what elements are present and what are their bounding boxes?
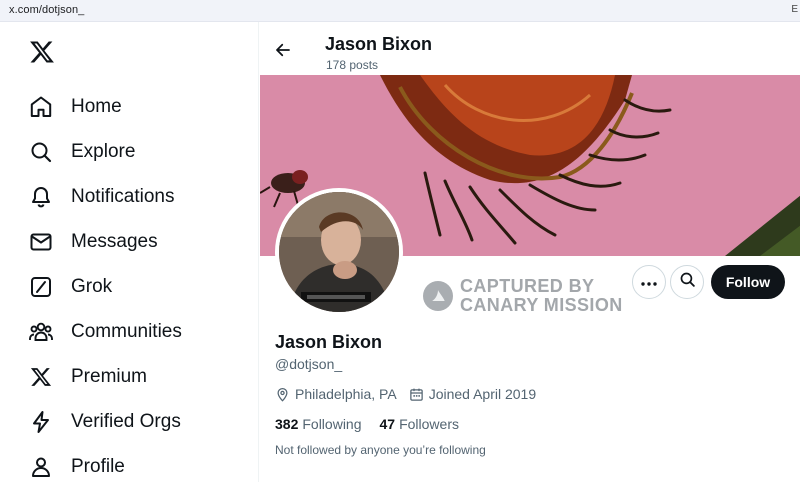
search-icon <box>679 271 696 293</box>
sidebar-item-label: Grok <box>71 276 113 297</box>
profile-handle: @dotjson_ <box>275 356 343 372</box>
more-dots-icon <box>641 273 657 291</box>
following-label: Following <box>302 416 362 432</box>
bird-logo-icon <box>423 281 453 311</box>
home-icon <box>28 94 54 120</box>
more-options-button[interactable] <box>632 265 666 299</box>
sidebar-item-label: Explore <box>71 141 136 162</box>
sidebar-item-premium[interactable]: Premium <box>28 360 228 394</box>
sidebar-item-label: Notifications <box>71 186 175 207</box>
communities-icon <box>28 319 54 345</box>
sidebar-item-explore[interactable]: Explore <box>28 135 228 169</box>
sidebar-item-label: Verified Orgs <box>71 411 181 432</box>
calendar-icon <box>409 387 424 402</box>
followers-label: Followers <box>399 416 459 432</box>
mail-icon <box>28 229 54 255</box>
address-bar[interactable]: x.com/dotjson_ E <box>0 0 800 22</box>
sidebar-item-grok[interactable]: Grok <box>28 270 228 304</box>
lightning-icon <box>28 409 54 435</box>
search-profile-button[interactable] <box>670 265 704 299</box>
following-count: 382 <box>275 416 299 432</box>
grok-icon <box>28 274 54 300</box>
sidebar-item-label: Messages <box>71 231 158 252</box>
sidebar-item-profile[interactable]: Profile <box>28 450 228 482</box>
followers-link[interactable]: 47 Followers <box>380 416 459 432</box>
location-pin-icon <box>275 387 290 402</box>
profile-header-bar: Jason Bixon 178 posts <box>259 22 800 75</box>
sidebar-nav: Home Explore Notifications Messages Grok… <box>0 22 258 482</box>
url-text[interactable]: x.com/dotjson_ <box>9 4 84 16</box>
profile-meta: Philadelphia, PA Joined April 2019 <box>275 386 536 402</box>
sidebar-item-messages[interactable]: Messages <box>28 225 228 259</box>
sidebar-item-label: Home <box>71 96 122 117</box>
canary-mission-watermark: CAPTURED BY CANARY MISSION <box>423 277 623 315</box>
post-count: 178 posts <box>326 58 379 72</box>
profile-location: Philadelphia, PA <box>295 386 397 402</box>
watermark-line-2: CANARY MISSION <box>460 295 623 315</box>
sidebar-item-verified-orgs[interactable]: Verified Orgs <box>28 405 228 439</box>
bell-icon <box>28 184 54 210</box>
profile-column: Jason Bixon 178 posts CAPTURED BY CANARY… <box>258 22 800 482</box>
followers-count: 47 <box>379 416 396 432</box>
window-edge-glyph: E <box>791 4 798 15</box>
watermark-line-1: CAPTURED BY <box>460 276 595 296</box>
x-logo-icon[interactable] <box>29 39 57 67</box>
follow-stats: 382 Following 47 Followers <box>275 416 459 432</box>
sidebar-item-label: Profile <box>71 456 125 477</box>
person-icon <box>28 454 54 480</box>
sidebar-item-notifications[interactable]: Notifications <box>28 180 228 214</box>
profile-name: Jason Bixon <box>275 332 383 352</box>
sidebar-item-label: Communities <box>71 321 182 342</box>
following-link[interactable]: 382 Following <box>275 416 362 432</box>
profile-joined-date: Joined April 2019 <box>428 386 537 402</box>
x-premium-icon <box>28 364 54 390</box>
search-icon <box>28 139 54 165</box>
sidebar-item-label: Premium <box>71 366 148 387</box>
follow-button[interactable]: Follow <box>711 265 785 299</box>
avatar[interactable] <box>275 188 403 316</box>
header-name: Jason Bixon <box>325 34 433 54</box>
not-followed-notice: Not followed by anyone you’re following <box>275 443 486 457</box>
sidebar-item-home[interactable]: Home <box>28 90 228 124</box>
back-arrow-icon[interactable] <box>274 41 294 61</box>
sidebar-item-communities[interactable]: Communities <box>28 315 228 349</box>
